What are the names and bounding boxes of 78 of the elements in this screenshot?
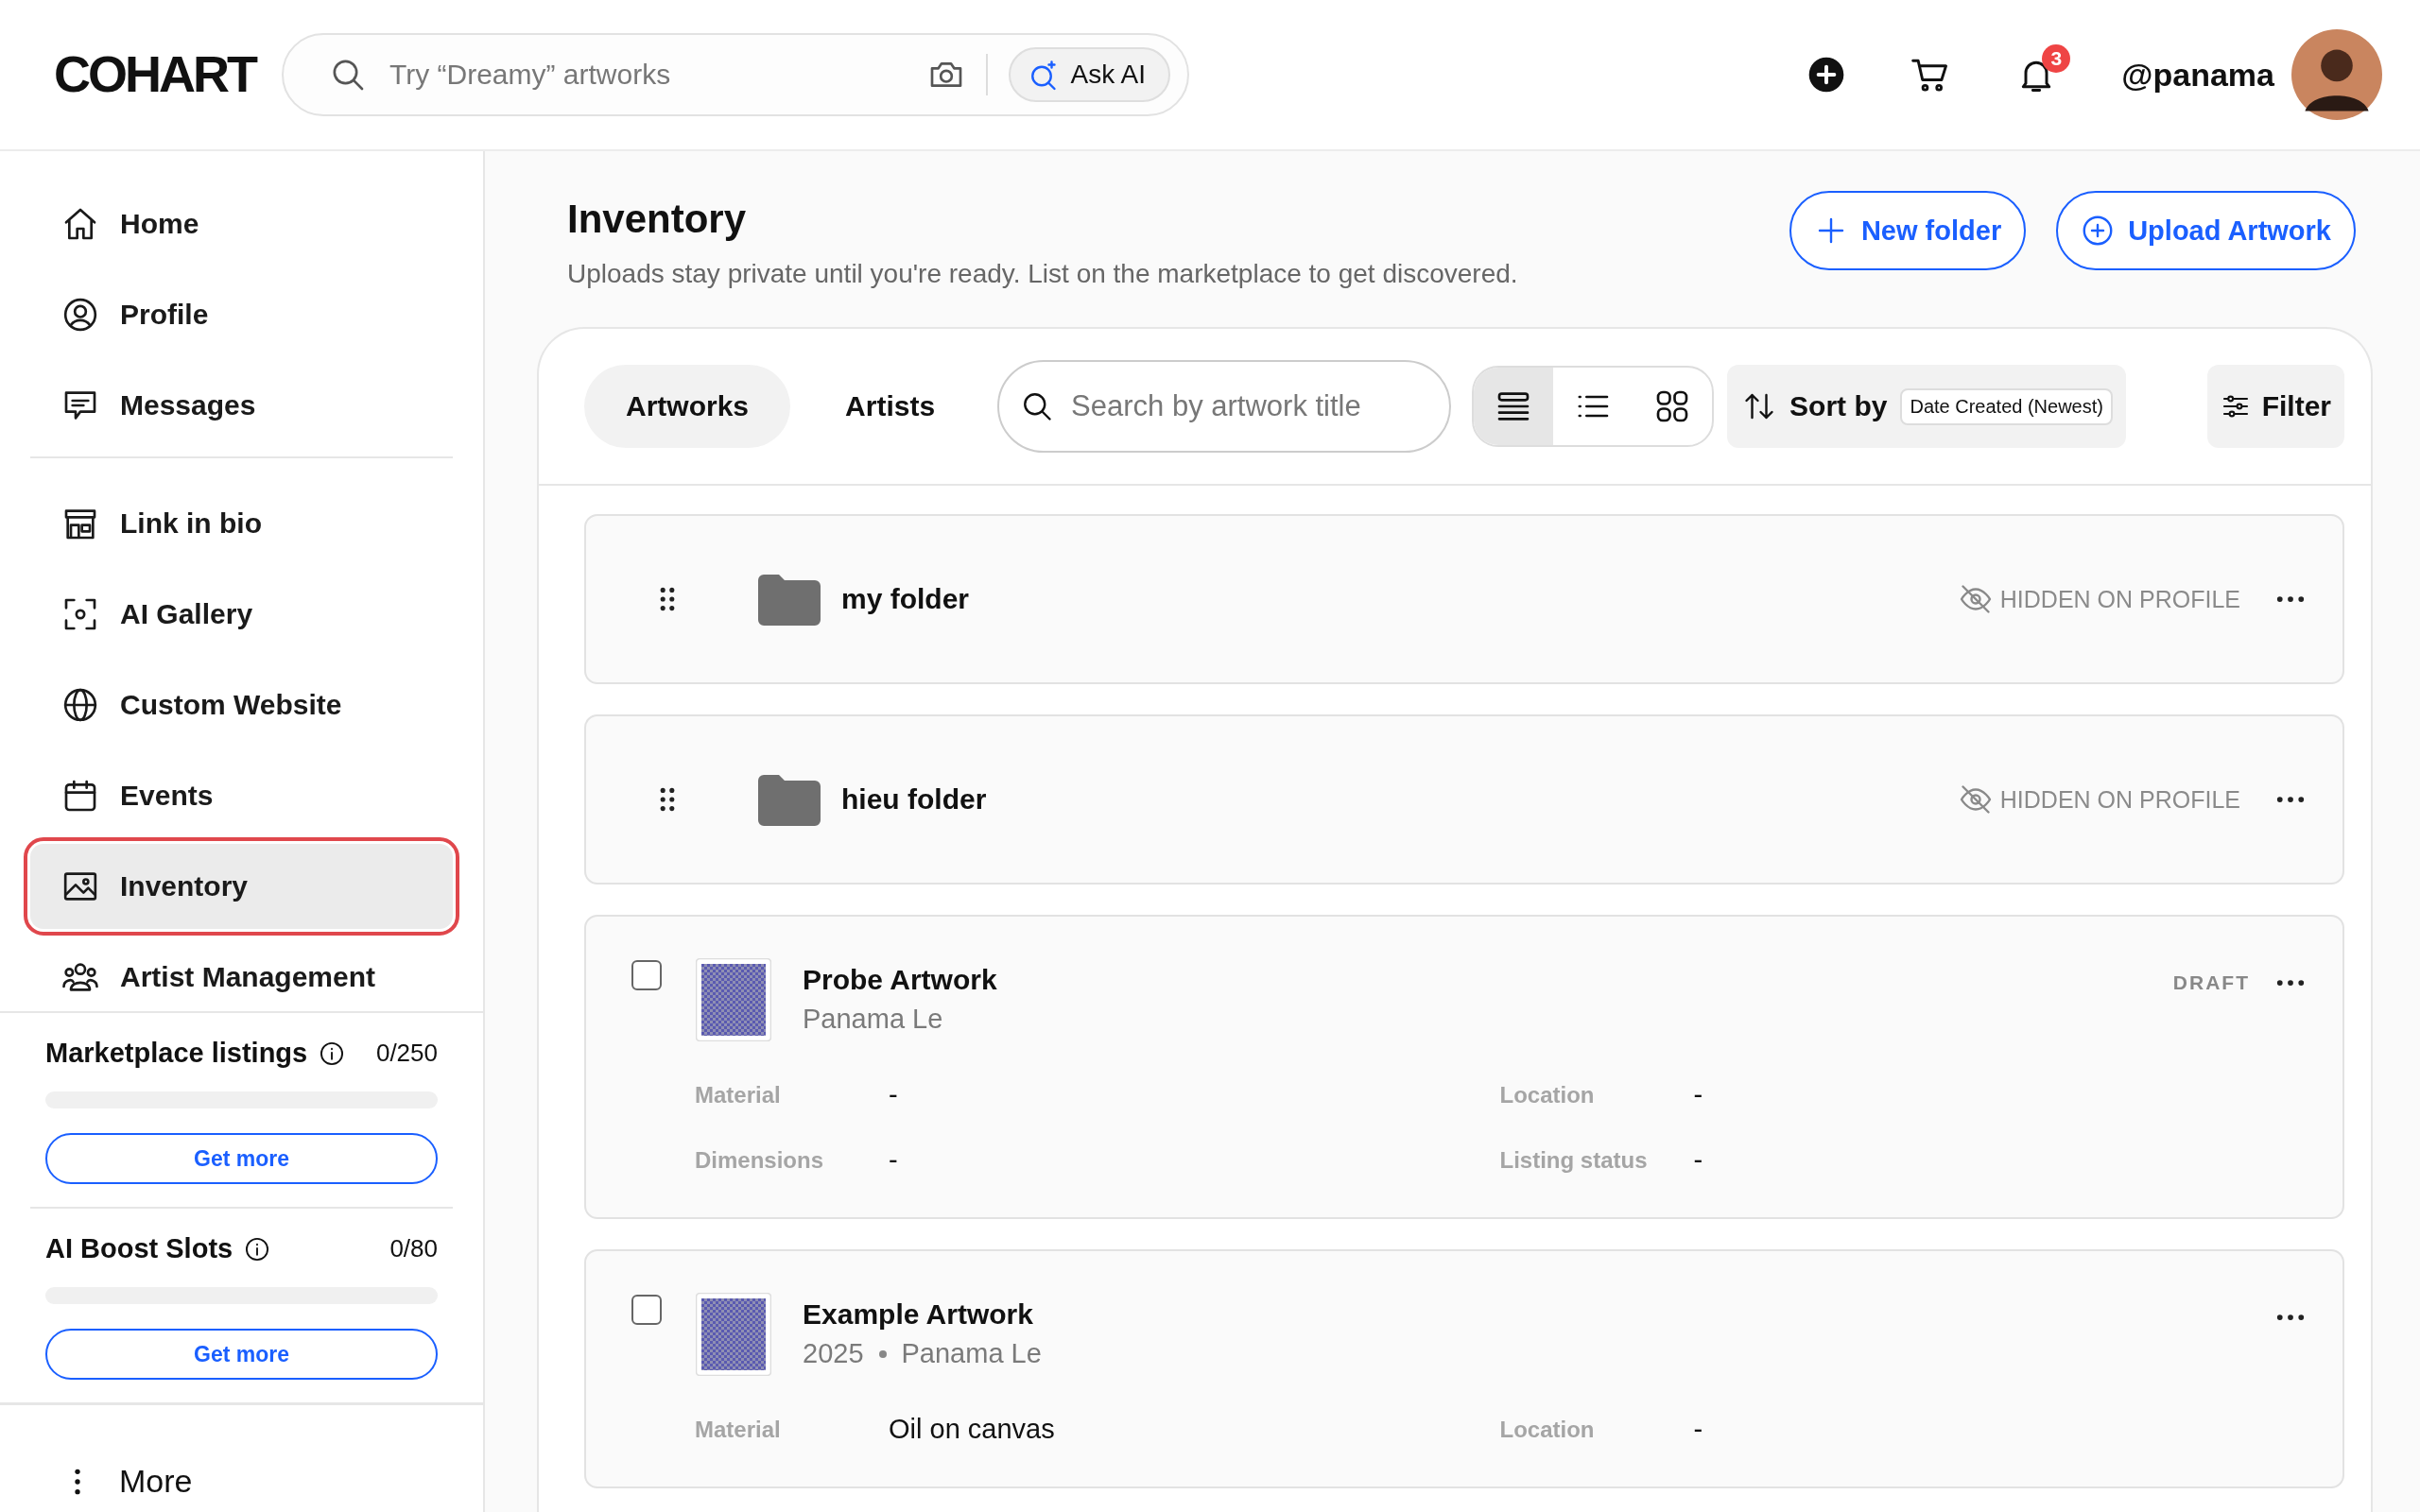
globe-icon	[61, 686, 99, 724]
logo[interactable]: COHART	[54, 46, 255, 103]
folder-icon	[758, 773, 821, 826]
upload-artwork-button[interactable]: Upload Artwork	[2056, 191, 2356, 270]
nav-item[interactable]: Custom Website	[30, 662, 453, 747]
page-title: Inventory	[567, 197, 748, 242]
search-field[interactable]: Try “Dreamy” artworks Ask AI	[282, 33, 1189, 116]
ask-ai-button[interactable]: Ask AI	[1008, 47, 1170, 102]
nav-item[interactable]: Events	[30, 753, 453, 838]
notification-badge: 3	[2042, 44, 2071, 73]
field-value: -	[1693, 1414, 1703, 1445]
profile-icon	[61, 296, 99, 334]
separator-dot	[878, 1349, 887, 1358]
field-label: Material	[695, 1416, 782, 1443]
artist-name: Panama Le	[803, 1004, 943, 1035]
more-label: More	[119, 1463, 193, 1500]
new-folder-button[interactable]: New folder	[1789, 191, 2027, 270]
info-icon[interactable]	[319, 1040, 346, 1067]
field-label: Location	[1499, 1081, 1596, 1108]
checkbox[interactable]	[631, 1295, 662, 1325]
nav-item[interactable]: AI Gallery	[30, 572, 453, 657]
field-label: Listing status	[1499, 1146, 1649, 1174]
quota-count: 0/80	[389, 1234, 438, 1263]
quota-count: 0/250	[375, 1039, 438, 1068]
field-value: -	[889, 1144, 898, 1176]
eye-off-icon	[1958, 782, 1993, 816]
nav-item[interactable]: Link in bio	[30, 481, 453, 566]
eye-off-icon	[1958, 582, 1993, 616]
tab[interactable]: Artists	[804, 365, 977, 448]
folder-name: hieu folder	[841, 783, 987, 816]
more-options-icon[interactable]	[2276, 979, 2305, 987]
more-options-icon[interactable]	[2276, 796, 2305, 803]
field-label: Dimensions	[695, 1146, 825, 1174]
rows-view-button[interactable]	[1474, 368, 1554, 445]
folder-icon	[758, 573, 821, 626]
field-value: Oil on canvas	[889, 1414, 1055, 1445]
artwork-card[interactable]: Example Artwork 2025 Panama Le Material Oil on canvas Location -	[584, 1249, 2344, 1488]
sort-value: Date Created (Newest)	[1900, 387, 2113, 425]
status-label: DRAFT	[2172, 971, 2250, 994]
nav-item[interactable]: Artist Management	[30, 935, 453, 1011]
info-icon[interactable]	[244, 1235, 271, 1263]
quota-title: AI Boost Slots	[45, 1233, 233, 1264]
artwork-card[interactable]: Probe Artwork Panama Le DRAFT Material - Location - Dimensions - Listing status -	[584, 915, 2344, 1219]
more-options-icon[interactable]	[2276, 595, 2305, 603]
artist-name: Panama Le	[901, 1338, 1042, 1369]
quota-title: Marketplace listings	[45, 1038, 308, 1069]
drag-handle-icon[interactable]	[660, 585, 675, 613]
field-label: Material	[695, 1081, 782, 1108]
more-menu-item[interactable]: More	[0, 1402, 483, 1512]
get-more-button[interactable]: Get more	[45, 1329, 438, 1380]
field-value: -	[1693, 1079, 1703, 1110]
avatar[interactable]	[2291, 29, 2382, 120]
username[interactable]: @panama	[2121, 56, 2274, 94]
visibility-label: HIDDEN ON PROFILE	[1999, 585, 2240, 613]
nav-item[interactable]: Profile	[30, 272, 453, 357]
get-more-button[interactable]: Get more	[45, 1133, 438, 1184]
more-options-icon[interactable]	[2276, 1314, 2305, 1321]
visibility-label: HIDDEN ON PROFILE	[1999, 785, 2240, 814]
field-value: -	[889, 1079, 898, 1110]
checkbox[interactable]	[631, 960, 662, 990]
tab[interactable]: Artworks	[584, 365, 791, 448]
sort-label: Sort by	[1789, 390, 1888, 422]
folder-name: my folder	[841, 583, 970, 615]
page-subtitle: Uploads stay private until you're ready. List on the marketplace to get discovered.	[567, 259, 1518, 289]
artwork-title: Probe Artwork	[803, 964, 997, 996]
sort-dropdown[interactable]: Sort by Date Created (Newest)	[1727, 365, 2126, 448]
nav-item[interactable]: Messages	[30, 363, 453, 448]
field-value: -	[1693, 1144, 1703, 1176]
filter-button[interactable]: Filter	[2206, 365, 2344, 448]
artwork-year: 2025	[803, 1338, 864, 1369]
nav-item[interactable]: Home	[30, 181, 453, 266]
folder-row[interactable]: hieu folder HIDDEN ON PROFILE	[584, 714, 2344, 885]
add-icon[interactable]	[1807, 56, 1846, 94]
search-field[interactable]: Search by artwork title	[997, 360, 1452, 453]
folder-row[interactable]: my folder HIDDEN ON PROFILE	[584, 514, 2344, 684]
artwork-title: Example Artwork	[803, 1298, 1034, 1331]
drag-handle-icon[interactable]	[660, 785, 675, 814]
field-label: Location	[1499, 1416, 1596, 1443]
